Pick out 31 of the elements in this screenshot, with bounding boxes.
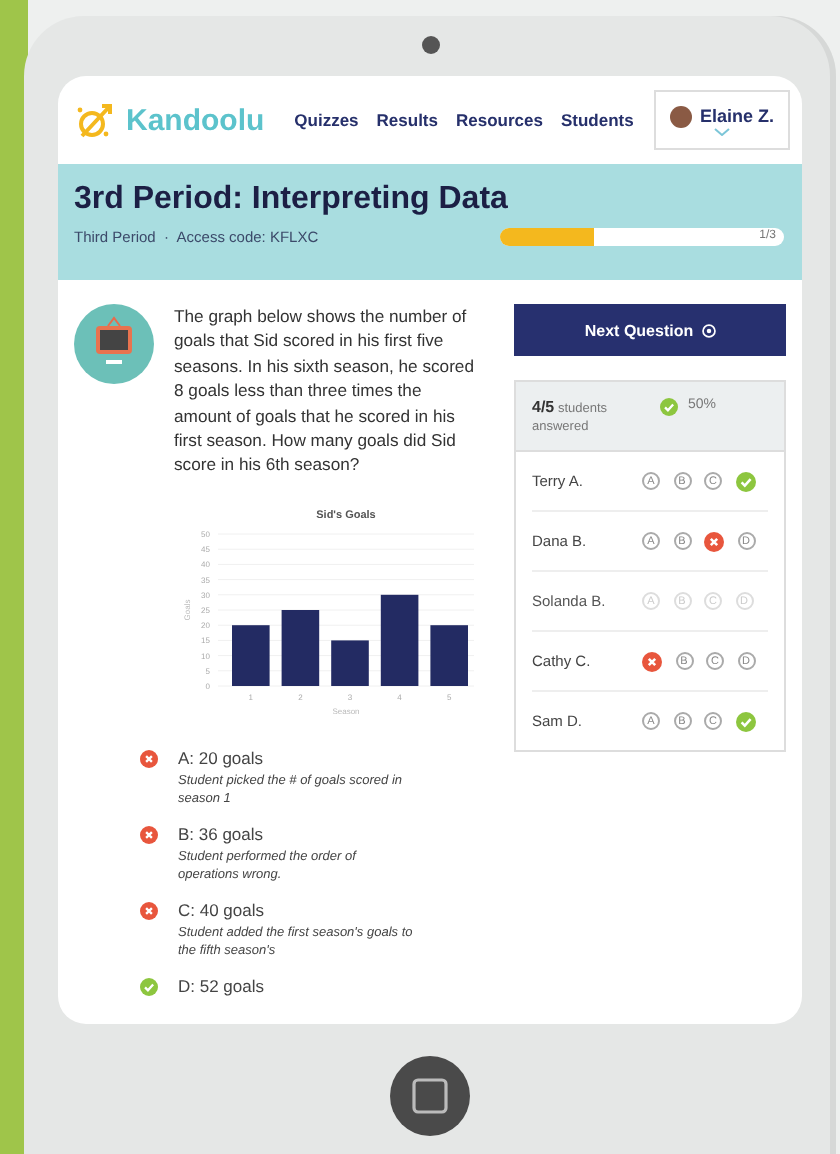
next-question-button[interactable]: Next Question <box>514 304 786 356</box>
logo-icon <box>74 98 118 142</box>
quiz-title: 3rd Period: Interpreting Data <box>74 182 510 218</box>
avatar <box>669 105 692 127</box>
user-menu[interactable]: Elaine Z. <box>654 90 790 150</box>
check-icon <box>735 471 755 491</box>
square-icon <box>412 1078 448 1114</box>
brand-name: Kandoolu <box>126 103 265 137</box>
nav-link[interactable]: Resources <box>456 110 543 130</box>
answer-choice: A: 20 goals <box>178 747 266 768</box>
bar <box>380 594 419 686</box>
arrow-circle-icon <box>701 323 716 337</box>
bar <box>430 624 468 686</box>
nav-link[interactable]: Students <box>560 110 634 130</box>
bar <box>331 640 369 686</box>
check-icon <box>735 711 755 731</box>
x-icon <box>704 531 724 551</box>
chevron-down-icon <box>714 127 730 135</box>
x-icon <box>642 651 662 671</box>
question-text: The graph below shows the number of goals that Sid scored in his first five seasons. In his sixth season, he scored 8 goals less than three times the amount of goals that he scored in his first season. How many goals did Sid score in his 6th season? <box>174 304 476 478</box>
bar <box>232 624 270 686</box>
answer-choice: B: 36 goals <box>178 823 266 844</box>
monitor-icon <box>74 304 154 384</box>
camera-dot <box>421 36 439 54</box>
check-icon <box>660 398 678 416</box>
nav-link[interactable]: Results <box>376 110 438 130</box>
answer-choice: D: 52 goals <box>178 975 264 996</box>
nav-link[interactable]: Quizzes <box>294 110 359 130</box>
home-button[interactable] <box>390 1056 470 1136</box>
answer-choice: C: 40 goals <box>178 899 266 920</box>
bar <box>281 609 320 686</box>
